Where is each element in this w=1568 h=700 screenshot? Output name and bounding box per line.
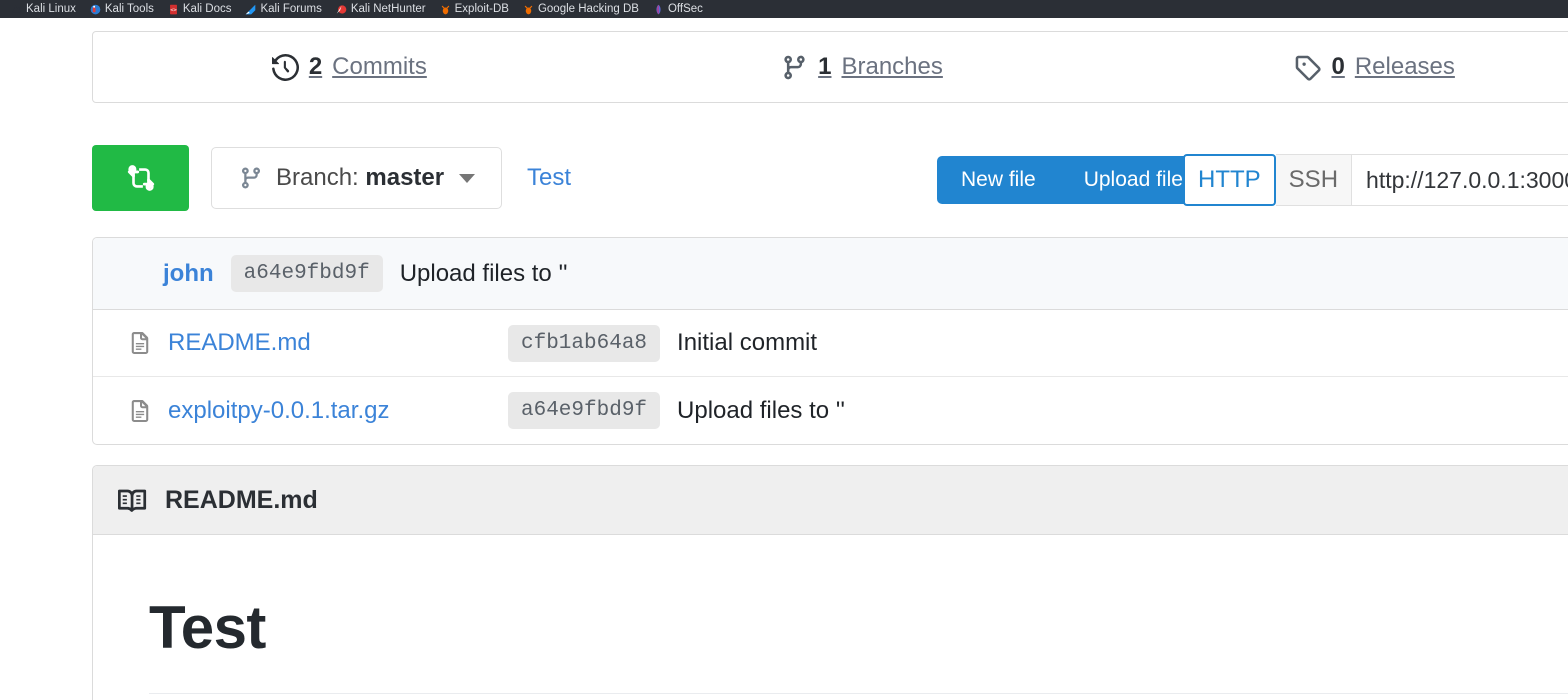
chevron-down-icon (459, 173, 476, 183)
commit-message: Upload files to '' (399, 259, 568, 287)
bookmark-exploit-db[interactable]: Exploit-DB (433, 0, 516, 18)
bookmark-label: Kali Linux (26, 3, 76, 15)
git-branch-icon (784, 55, 805, 79)
stat-commits-count: 2 (308, 53, 323, 80)
table-row[interactable]: README.md cfb1ab64a8 Initial commit (93, 310, 1568, 377)
file-name-link[interactable]: README.md (168, 329, 508, 357)
file-name-link[interactable]: exploitpy-0.0.1.tar.gz (168, 397, 508, 425)
stat-branches-count: 1 (818, 53, 832, 80)
bookmark-google-hacking-db[interactable]: Google Hacking DB (516, 0, 646, 18)
file-action-buttons: New file Upload file (937, 156, 1207, 204)
google-hacking-db-icon (524, 5, 533, 14)
bookmark-label: Google Hacking DB (537, 3, 639, 15)
new-file-button[interactable]: New file (937, 156, 1060, 204)
branch-selector-dropdown[interactable]: Branch: master (211, 147, 502, 209)
file-commit-message: Initial commit (677, 329, 818, 356)
branch-name: master (365, 164, 445, 191)
latest-commit-header: john a64e9fbd9f Upload files to '' (93, 238, 1568, 310)
file-commit-sha-badge[interactable]: a64e9fbd9f (508, 392, 661, 429)
breadcrumb-repo-link[interactable]: Test (527, 164, 571, 192)
branch-prefix: Branch: (276, 164, 359, 191)
stat-commits-label: Commits (332, 53, 427, 80)
kali-forums-icon (246, 4, 256, 14)
commit-author-link[interactable]: john (163, 260, 214, 288)
clone-url-group: HTTP SSH (1183, 154, 1568, 206)
stat-releases-count: 0 (1331, 53, 1345, 80)
stat-branches[interactable]: 1 Branches (606, 53, 1119, 81)
bookmark-kali-linux[interactable]: Kali Linux (4, 0, 83, 18)
bookmark-label: Kali NetHunter (350, 3, 426, 15)
bookmark-label: Kali Docs (182, 3, 232, 15)
svg-text:<>: <> (170, 7, 177, 13)
branch-selector-label: Branch: master (276, 164, 444, 192)
readme-heading: Test (149, 594, 266, 661)
bookmark-kali-docs[interactable]: <> Kali Docs (161, 0, 239, 18)
repo-toolbar: Branch: master Test New file Upload file… (92, 145, 1568, 213)
tag-icon (1296, 55, 1322, 81)
repository-page: 2 Commits 1 Branches 0 Releases Branch: … (0, 18, 1568, 700)
history-icon (271, 53, 299, 81)
bookmark-label: Exploit-DB (454, 3, 509, 15)
kali-tools-icon (90, 4, 101, 14)
kali-docs-icon: <> (169, 4, 177, 14)
kali-nethunter-icon (336, 4, 347, 14)
stat-releases[interactable]: 0 Releases (1118, 53, 1568, 81)
kali-linux-icon (12, 4, 21, 12)
repo-stats-bar: 2 Commits 1 Branches 0 Releases (92, 31, 1568, 103)
compare-branches-button[interactable] (92, 145, 189, 211)
git-branch-icon (241, 167, 260, 189)
bookmark-label: Kali Forums (260, 3, 322, 15)
protocol-ssh-button[interactable]: SSH (1275, 154, 1353, 206)
stat-commits[interactable]: 2 Commits (93, 53, 606, 81)
bookmark-offsec[interactable]: OffSec (646, 0, 710, 18)
clone-url-input[interactable] (1352, 154, 1568, 206)
exploit-db-icon (441, 5, 449, 14)
bookmark-label: Kali Tools (104, 3, 154, 15)
commit-sha-badge[interactable]: a64e9fbd9f (230, 255, 383, 292)
stat-branches-label: Branches (841, 53, 943, 80)
bookmark-kali-forums[interactable]: Kali Forums (238, 0, 328, 18)
bookmark-kali-tools[interactable]: Kali Tools (83, 0, 161, 18)
file-icon (131, 332, 149, 354)
table-row[interactable]: exploitpy-0.0.1.tar.gz a64e9fbd9f Upload… (93, 377, 1568, 444)
bookmark-label: OffSec (667, 3, 703, 15)
file-icon (131, 399, 149, 422)
bookmark-kali-nethunter[interactable]: Kali NetHunter (329, 0, 433, 18)
readme-file-title: README.md (165, 485, 318, 514)
git-compare-icon (127, 165, 154, 191)
readme-content: Test (93, 535, 1568, 694)
offsec-icon (656, 4, 661, 14)
book-icon (118, 489, 147, 512)
stat-releases-label: Releases (1354, 53, 1455, 80)
readme-heading-divider (149, 693, 1568, 694)
protocol-http-button[interactable]: HTTP (1183, 154, 1276, 206)
browser-bookmark-bar: Kali Linux Kali Tools <> Kali Docs Kali … (0, 0, 1568, 18)
repository-file-table: john a64e9fbd9f Upload files to '' READM… (92, 237, 1568, 445)
readme-panel: README.md Test (92, 465, 1568, 700)
file-commit-message: Upload files to '' (677, 396, 845, 424)
readme-panel-header: README.md (93, 466, 1568, 535)
file-commit-sha-badge[interactable]: cfb1ab64a8 (508, 324, 661, 362)
